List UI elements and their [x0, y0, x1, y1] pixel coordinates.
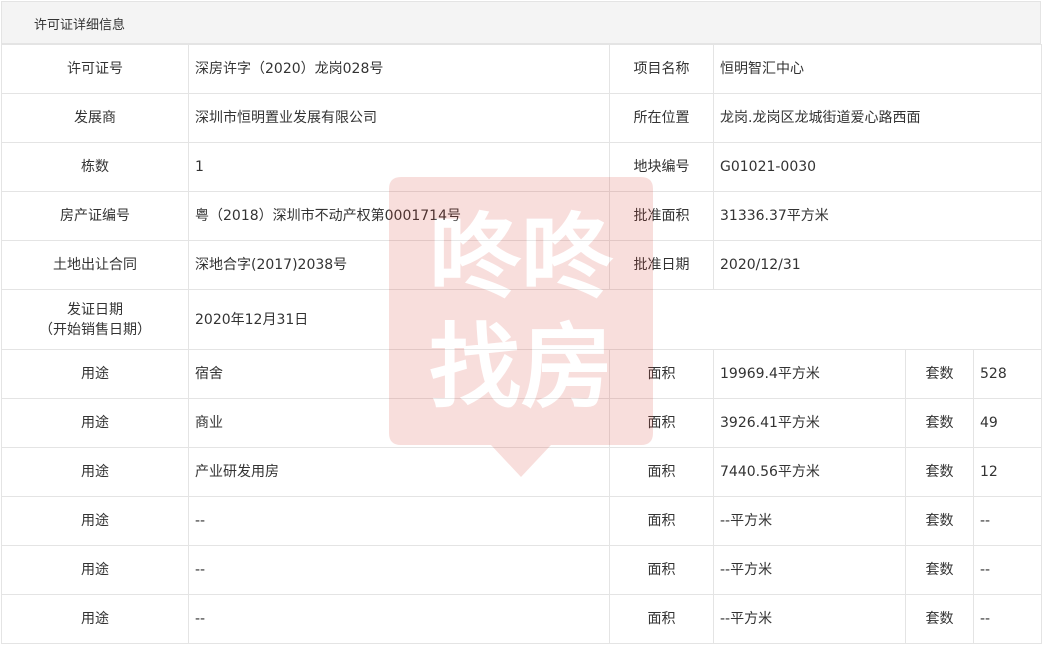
use-value: --: [188, 496, 610, 546]
license-detail-panel: 许可证详细信息 许可证号 深房许字（2020）龙岗028号 项目名称 恒明智汇中…: [0, 0, 1044, 655]
area-label: 面积: [609, 545, 714, 595]
approved-area-value: 31336.37平方米: [712, 191, 1043, 241]
units-value: 528: [972, 349, 1043, 399]
use-label: 用途: [1, 447, 189, 497]
usage-row: 用途 -- 面积 --平方米 套数 --: [1, 594, 1043, 644]
use-value: 宿舍: [188, 349, 610, 399]
panel-header: 许可证详细信息: [1, 1, 1041, 44]
developer-value: 深圳市恒明置业发展有限公司: [188, 93, 610, 143]
units-value: --: [972, 594, 1043, 644]
units-label: 套数: [905, 447, 974, 497]
buildings-label: 栋数: [1, 142, 189, 192]
units-label: 套数: [905, 496, 974, 546]
use-label: 用途: [1, 349, 189, 399]
area-value: --平方米: [713, 545, 906, 595]
table-row: 土地出让合同 深地合字(2017)2038号 批准日期 2020/12/31: [1, 240, 1043, 290]
land-contract-value: 深地合字(2017)2038号: [188, 240, 610, 290]
panel-title: 许可证详细信息: [34, 18, 126, 33]
use-label: 用途: [1, 398, 189, 448]
plot-no-label: 地块编号: [609, 142, 714, 192]
area-label: 面积: [609, 447, 714, 497]
project-name-label: 项目名称: [609, 44, 714, 94]
issue-date-label-line2: （开始销售日期）: [39, 321, 151, 338]
table-row: 栋数 1 地块编号 G01021-0030: [1, 142, 1043, 192]
area-value: 3926.41平方米: [713, 398, 906, 448]
table-row: 发展商 深圳市恒明置业发展有限公司 所在位置 龙岗.龙岗区龙城街道爱心路西面: [1, 93, 1043, 143]
area-value: 7440.56平方米: [713, 447, 906, 497]
use-label: 用途: [1, 545, 189, 595]
units-label: 套数: [905, 545, 974, 595]
use-value: --: [188, 594, 610, 644]
usage-row: 用途 -- 面积 --平方米 套数 --: [1, 545, 1043, 595]
buildings-value: 1: [188, 142, 610, 192]
table-row: 许可证号 深房许字（2020）龙岗028号 项目名称 恒明智汇中心: [1, 44, 1043, 94]
units-value: 49: [972, 398, 1043, 448]
property-cert-label: 房产证编号: [1, 191, 189, 241]
issue-date-label: 发证日期 （开始销售日期）: [1, 289, 189, 350]
use-value: --: [188, 545, 610, 595]
license-no-value: 深房许字（2020）龙岗028号: [188, 44, 610, 94]
land-contract-label: 土地出让合同: [1, 240, 189, 290]
table-row: 发证日期 （开始销售日期） 2020年12月31日: [1, 289, 1043, 350]
units-value: 12: [972, 447, 1043, 497]
units-label: 套数: [905, 349, 974, 399]
approved-area-label: 批准面积: [609, 191, 714, 241]
project-name-value: 恒明智汇中心: [712, 44, 1043, 94]
license-detail-table: 许可证号 深房许字（2020）龙岗028号 项目名称 恒明智汇中心 发展商 深圳…: [1, 44, 1043, 644]
area-value: --平方米: [713, 594, 906, 644]
units-label: 套数: [905, 398, 974, 448]
location-label: 所在位置: [609, 93, 714, 143]
use-value: 产业研发用房: [188, 447, 610, 497]
approved-date-label: 批准日期: [609, 240, 714, 290]
approved-date-value: 2020/12/31: [712, 240, 1043, 290]
license-no-label: 许可证号: [1, 44, 189, 94]
issue-date-value: 2020年12月31日: [187, 289, 1043, 350]
area-label: 面积: [609, 496, 714, 546]
usage-row: 用途 产业研发用房 面积 7440.56平方米 套数 12: [1, 447, 1043, 497]
issue-date-label-line1: 发证日期: [67, 301, 123, 318]
usage-row: 用途 -- 面积 --平方米 套数 --: [1, 496, 1043, 546]
units-value: --: [972, 545, 1043, 595]
location-value: 龙岗.龙岗区龙城街道爱心路西面: [712, 93, 1043, 143]
use-value: 商业: [188, 398, 610, 448]
units-value: --: [972, 496, 1043, 546]
developer-label: 发展商: [1, 93, 189, 143]
area-label: 面积: [609, 398, 714, 448]
usage-row: 用途 商业 面积 3926.41平方米 套数 49: [1, 398, 1043, 448]
area-label: 面积: [609, 594, 714, 644]
use-label: 用途: [1, 594, 189, 644]
area-value: 19969.4平方米: [713, 349, 906, 399]
plot-no-value: G01021-0030: [712, 142, 1043, 192]
table-row: 房产证编号 粤（2018）深圳市不动产权第0001714号 批准面积 31336…: [1, 191, 1043, 241]
use-label: 用途: [1, 496, 189, 546]
units-label: 套数: [905, 594, 974, 644]
area-label: 面积: [609, 349, 714, 399]
usage-row: 用途 宿舍 面积 19969.4平方米 套数 528: [1, 349, 1043, 399]
area-value: --平方米: [713, 496, 906, 546]
property-cert-value: 粤（2018）深圳市不动产权第0001714号: [188, 191, 610, 241]
